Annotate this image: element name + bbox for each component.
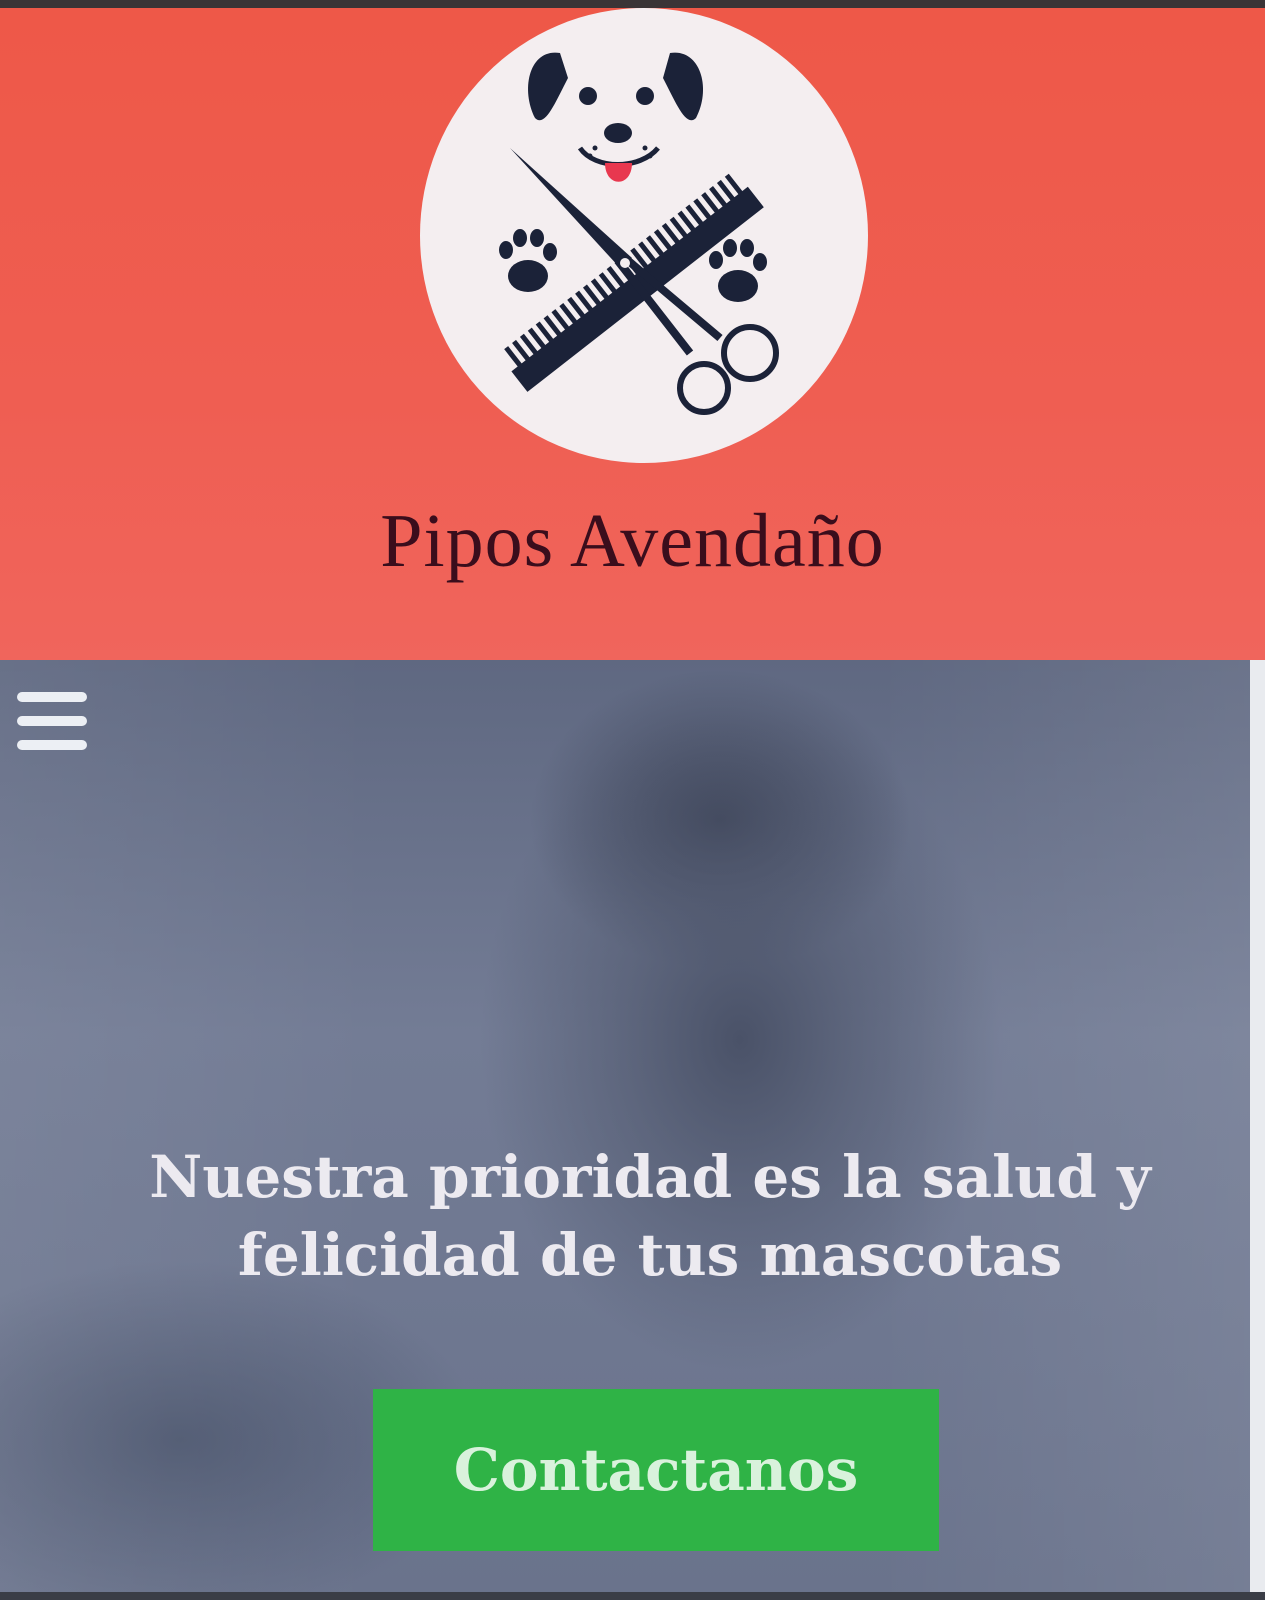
site-header: Pipos Avendaño: [0, 8, 1265, 660]
contact-button[interactable]: Contactanos: [373, 1389, 939, 1551]
paw-icon: [499, 229, 557, 292]
menu-bar: [17, 740, 87, 750]
logo-graphic: [499, 52, 779, 415]
hamburger-menu-icon[interactable]: [17, 692, 87, 750]
menu-bar: [17, 692, 87, 702]
screen-bottom-edge: [0, 1592, 1265, 1600]
dog-grooming-logo: [420, 8, 868, 463]
paw-icon: [709, 239, 767, 302]
hero-section: Nuestra prioridad es la salud y felicida…: [0, 660, 1250, 1595]
menu-bar: [17, 716, 87, 726]
dog-face-icon: [528, 52, 704, 182]
site-title: Pipos Avendaño: [380, 499, 885, 583]
hero-headline: Nuestra prioridad es la salud y felicida…: [149, 1143, 1151, 1289]
screen-right-edge: [1250, 660, 1265, 1600]
